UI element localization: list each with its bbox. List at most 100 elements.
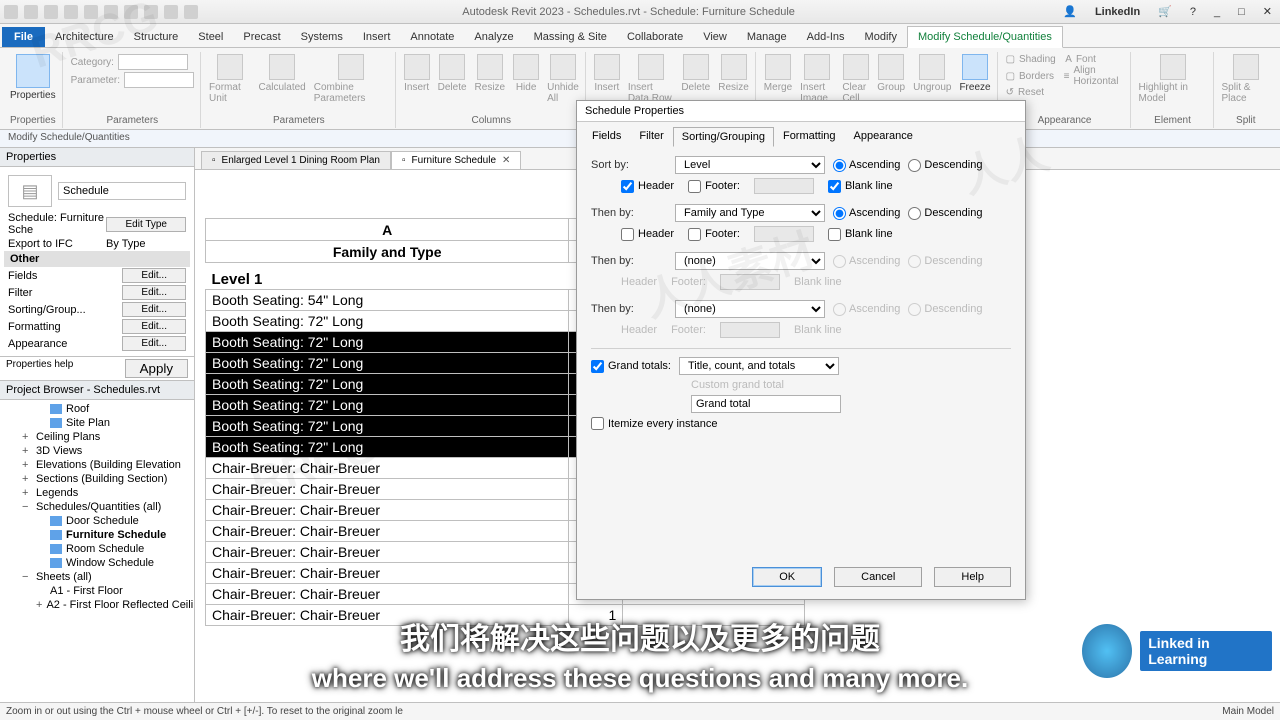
category-field[interactable] bbox=[118, 54, 188, 70]
properties-button[interactable]: Properties bbox=[10, 54, 56, 101]
window-maximize[interactable]: □ bbox=[1234, 6, 1249, 18]
browser-node[interactable]: +Sections (Building Section) bbox=[4, 472, 190, 486]
ungroup-button[interactable]: Ungroup bbox=[913, 54, 951, 93]
cell-family[interactable]: Chair-Breuer: Chair-Breuer bbox=[206, 605, 569, 626]
cell-count[interactable]: 1 bbox=[569, 605, 623, 626]
cell-family[interactable]: Booth Seating: 72" Long bbox=[206, 332, 569, 353]
grand-totals-checkbox[interactable]: Grand totals: bbox=[591, 360, 671, 373]
grand-total-title[interactable] bbox=[691, 395, 841, 413]
cell-family[interactable]: Chair-Breuer: Chair-Breuer bbox=[206, 521, 569, 542]
tab-sorting[interactable]: Sorting/Grouping bbox=[673, 127, 774, 147]
cell-family[interactable]: Chair-Breuer: Chair-Breuer bbox=[206, 563, 569, 584]
qat-icon[interactable] bbox=[4, 5, 18, 19]
expand-icon[interactable]: + bbox=[22, 431, 32, 443]
then-by-field[interactable]: (none) bbox=[675, 252, 825, 270]
tab-precast[interactable]: Precast bbox=[233, 27, 290, 47]
calculated-button[interactable]: Calculated bbox=[258, 54, 305, 93]
browser-node[interactable]: Door Schedule bbox=[4, 514, 190, 528]
qat-icon[interactable] bbox=[44, 5, 58, 19]
browser-node[interactable]: Site Plan bbox=[4, 416, 190, 430]
freeze-button[interactable]: Freeze bbox=[959, 54, 990, 93]
resize-col-button[interactable]: Resize bbox=[475, 54, 506, 93]
descending-radio[interactable]: Descending bbox=[908, 159, 982, 172]
split-button[interactable]: Split & Place bbox=[1222, 54, 1271, 104]
browser-node[interactable]: +Ceiling Plans bbox=[4, 430, 190, 444]
cell-family[interactable]: Booth Seating: 72" Long bbox=[206, 395, 569, 416]
then-by-field[interactable]: Family and Type bbox=[675, 204, 825, 222]
table-row[interactable]: Chair-Breuer: Chair-Breuer1 bbox=[206, 605, 805, 626]
hide-col-button[interactable]: Hide bbox=[513, 54, 539, 93]
edit-type-button[interactable]: Edit Type bbox=[106, 217, 186, 232]
browser-node[interactable]: Furniture Schedule bbox=[4, 528, 190, 542]
expand-icon[interactable]: − bbox=[22, 501, 32, 513]
group-button[interactable]: Group bbox=[877, 54, 905, 93]
type-selector[interactable]: Schedule bbox=[58, 182, 186, 200]
tab-appearance[interactable]: Appearance bbox=[845, 126, 922, 146]
insert-col-button[interactable]: Insert bbox=[404, 54, 430, 93]
blank-line-checkbox[interactable]: Blank line bbox=[828, 228, 893, 241]
tab-systems[interactable]: Systems bbox=[291, 27, 353, 47]
browser-node[interactable]: +Elevations (Building Elevation bbox=[4, 458, 190, 472]
cell-family[interactable]: Chair-Breuer: Chair-Breuer bbox=[206, 584, 569, 605]
project-browser-tree[interactable]: RoofSite Plan+Ceiling Plans+3D Views+Ele… bbox=[0, 400, 194, 614]
cell-family[interactable]: Chair-Breuer: Chair-Breuer bbox=[206, 542, 569, 563]
browser-node[interactable]: +A2 - First Floor Reflected Ceili bbox=[4, 598, 190, 612]
tab-massing[interactable]: Massing & Site bbox=[524, 27, 617, 47]
itemize-checkbox[interactable]: Itemize every instance bbox=[591, 417, 717, 430]
tab-addins[interactable]: Add-Ins bbox=[797, 27, 855, 47]
format-unit-button[interactable]: Format Unit bbox=[209, 54, 250, 104]
cell-family[interactable]: Booth Seating: 72" Long bbox=[206, 416, 569, 437]
header-checkbox[interactable]: Header bbox=[621, 228, 674, 241]
ascending-radio[interactable]: Ascending bbox=[833, 207, 900, 220]
qat-icon[interactable] bbox=[24, 5, 38, 19]
footer-checkbox[interactable]: Footer: bbox=[688, 228, 740, 241]
expand-icon[interactable]: + bbox=[22, 487, 32, 499]
browser-node[interactable]: −Sheets (all) bbox=[4, 570, 190, 584]
combine-params-button[interactable]: Combine Parameters bbox=[314, 54, 389, 104]
tab-annotate[interactable]: Annotate bbox=[400, 27, 464, 47]
tab-manage[interactable]: Manage bbox=[737, 27, 797, 47]
unhide-all-button[interactable]: Unhide All bbox=[547, 54, 579, 104]
merge-button[interactable]: Merge bbox=[764, 54, 792, 93]
tab-collaborate[interactable]: Collaborate bbox=[617, 27, 693, 47]
qat-icon[interactable] bbox=[144, 5, 158, 19]
tab-architecture[interactable]: Architecture bbox=[45, 27, 124, 47]
tab-modify-schedule[interactable]: Modify Schedule/Quantities bbox=[907, 26, 1063, 48]
sort-by-field[interactable]: Level bbox=[675, 156, 825, 174]
blank-line-checkbox[interactable]: Blank line bbox=[828, 180, 893, 193]
tab-structure[interactable]: Structure bbox=[124, 27, 189, 47]
user-icon[interactable]: 👤 bbox=[1059, 5, 1081, 18]
browser-node[interactable]: Room Schedule bbox=[4, 542, 190, 556]
grand-totals-option[interactable]: Title, count, and totals bbox=[679, 357, 839, 375]
apply-button[interactable]: Apply bbox=[125, 359, 188, 378]
clear-cell-button[interactable]: Clear Cell bbox=[842, 54, 869, 104]
insert-row-button[interactable]: Insert bbox=[594, 54, 620, 93]
close-icon[interactable]: ✕ bbox=[502, 155, 510, 166]
cell-family[interactable]: Booth Seating: 72" Long bbox=[206, 437, 569, 458]
insert-data-row-button[interactable]: Insert Data Row bbox=[628, 54, 673, 104]
cell-comments[interactable] bbox=[623, 605, 805, 626]
edit-button[interactable]: Edit... bbox=[122, 268, 186, 283]
properties-help-link[interactable]: Properties help bbox=[6, 359, 73, 378]
tab-view[interactable]: View bbox=[693, 27, 737, 47]
ok-button[interactable]: OK bbox=[752, 567, 822, 587]
footer-checkbox[interactable]: Footer: bbox=[688, 180, 740, 193]
header-checkbox[interactable]: Header bbox=[621, 180, 674, 193]
cell-family[interactable]: Booth Seating: 72" Long bbox=[206, 353, 569, 374]
workset-indicator[interactable]: Main Model bbox=[1222, 706, 1274, 717]
qat-icon[interactable] bbox=[84, 5, 98, 19]
help-icon[interactable]: ? bbox=[1186, 6, 1200, 18]
ifc-value[interactable]: By Type bbox=[106, 238, 186, 250]
highlight-button[interactable]: Highlight in Model bbox=[1139, 54, 1207, 104]
window-close[interactable]: ✕ bbox=[1259, 5, 1276, 18]
expand-icon[interactable]: + bbox=[22, 445, 32, 457]
tab-modify[interactable]: Modify bbox=[855, 27, 907, 47]
qat-icon[interactable] bbox=[64, 5, 78, 19]
insert-image-button[interactable]: Insert Image bbox=[800, 54, 834, 104]
cell-family[interactable]: Chair-Breuer: Chair-Breuer bbox=[206, 500, 569, 521]
help-button[interactable]: Help bbox=[934, 567, 1011, 587]
delete-col-button[interactable]: Delete bbox=[438, 54, 467, 93]
delete-row-button[interactable]: Delete bbox=[681, 54, 710, 93]
col-header[interactable]: Family and Type bbox=[206, 241, 569, 263]
expand-icon[interactable]: − bbox=[22, 571, 32, 583]
